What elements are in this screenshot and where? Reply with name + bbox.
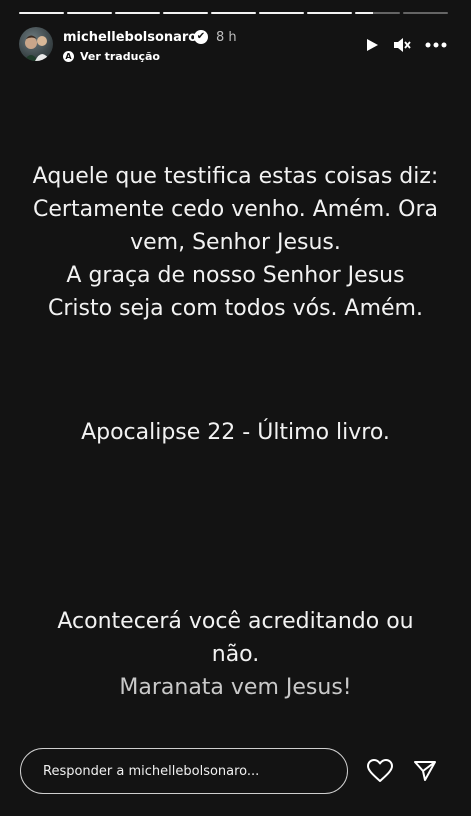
progress-segment <box>19 12 64 14</box>
story-header: michellebolsonaro ✔ 8 h A Ver tradução <box>19 27 448 67</box>
username[interactable]: michellebolsonaro <box>63 30 197 45</box>
story-text-line: Cristo seja com todos vós. Amém. <box>48 296 423 321</box>
story-text-line: Certamente cedo venho. Amém. Ora <box>33 197 438 222</box>
verified-badge-icon: ✔ <box>194 30 208 44</box>
progress-segment <box>211 12 256 14</box>
play-icon <box>367 39 378 51</box>
progress-segment <box>403 12 448 14</box>
progress-segment <box>163 12 208 14</box>
progress-segment <box>115 12 160 14</box>
speaker-muted-icon <box>394 38 411 52</box>
progress-segment <box>307 12 352 14</box>
more-options-icon <box>425 42 447 48</box>
story-text-line: não. <box>211 642 260 667</box>
send-icon <box>414 761 436 781</box>
avatar[interactable] <box>19 27 53 61</box>
story-text-block: Acontecerá você acreditando ou não. Mara… <box>20 605 451 704</box>
reply-input[interactable]: Responder a michellebolsonaro... <box>20 748 348 794</box>
translate-label: Ver tradução <box>80 50 160 63</box>
reply-placeholder: Responder a michellebolsonaro... <box>43 763 260 779</box>
story-text-line: Acontecerá você acreditando ou <box>57 609 414 634</box>
progress-segment <box>259 12 304 14</box>
story-text-line: Maranata vem Jesus! <box>119 675 352 700</box>
play-button[interactable] <box>360 33 384 57</box>
story-text-line: vem, Senhor Jesus. <box>130 230 341 255</box>
mute-button[interactable] <box>390 33 414 57</box>
more-options-button[interactable] <box>424 33 448 57</box>
translate-icon: A <box>63 51 74 62</box>
send-button[interactable] <box>410 756 440 786</box>
story-text-line: Apocalipse 22 - Último livro. <box>81 420 390 445</box>
story-text-block: Apocalipse 22 - Último livro. <box>20 416 451 449</box>
story-text-block: Aquele que testifica estas coisas diz: C… <box>20 160 451 325</box>
story-text-line: Aquele que testifica estas coisas diz: <box>32 164 439 189</box>
story-text-line: A graça de nosso Senhor Jesus <box>66 263 405 288</box>
like-button[interactable] <box>365 756 395 786</box>
story-progress-bar <box>19 12 448 14</box>
heart-icon <box>367 759 393 782</box>
progress-segment-current <box>355 12 400 14</box>
progress-segment <box>67 12 112 14</box>
translate-link[interactable]: A Ver tradução <box>63 50 160 63</box>
post-time: 8 h <box>216 30 237 45</box>
